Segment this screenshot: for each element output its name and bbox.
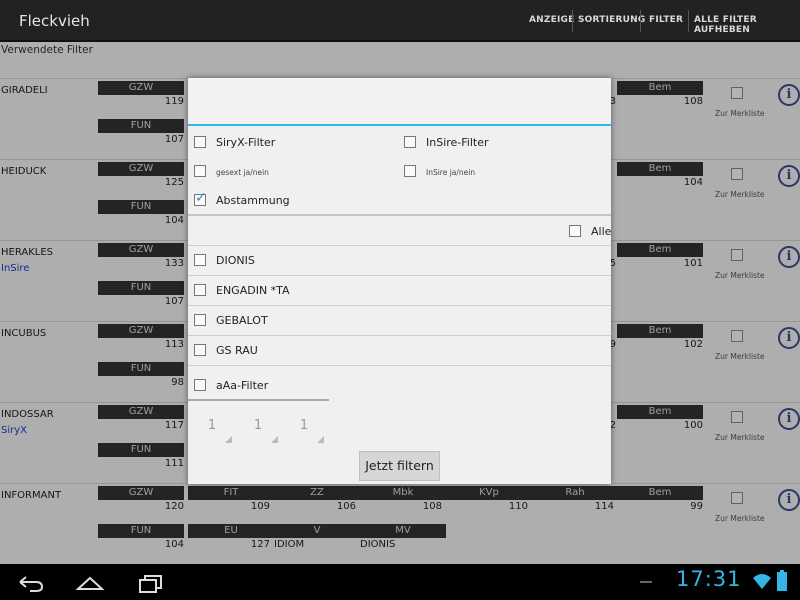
insire-yn-label: InSire ja/nein xyxy=(426,168,476,177)
sire-checkbox[interactable] xyxy=(194,284,206,296)
aaa-spinner[interactable]: 1 xyxy=(190,415,234,445)
clock: 17:31 xyxy=(676,567,742,591)
menu-anzeige[interactable]: ANZEIGE xyxy=(529,15,574,25)
spinner-arrow-icon xyxy=(225,436,232,443)
dialog-header xyxy=(188,78,611,126)
action-bar: Fleckvieh ANZEIGE SORTIERUNG FILTER ALLE… xyxy=(0,0,800,42)
divider xyxy=(188,365,611,366)
sire-label: ENGADIN *TA xyxy=(216,284,290,297)
divider xyxy=(188,245,611,246)
menu-filter[interactable]: FILTER xyxy=(649,15,683,25)
sire-label: GS RAU xyxy=(216,344,258,357)
divider xyxy=(188,399,329,401)
home-icon[interactable] xyxy=(75,570,105,594)
system-nav-bar: 17:31 xyxy=(0,564,800,600)
divider xyxy=(188,305,611,306)
screen: Fleckvieh ANZEIGE SORTIERUNG FILTER ALLE… xyxy=(0,0,800,600)
menu-divider xyxy=(572,10,573,32)
abstammung-label: Abstammung xyxy=(216,194,290,207)
spinner-value: 1 xyxy=(253,418,263,433)
recent-apps-icon[interactable] xyxy=(136,570,166,594)
abstammung-checkbox[interactable]: ✓ xyxy=(194,190,207,206)
insire-filter-label: InSire-Filter xyxy=(426,136,489,149)
alle-checkbox[interactable] xyxy=(569,225,581,237)
menu-alle-filter-aufheben[interactable]: ALLE FILTER AUFHEBEN xyxy=(694,15,800,35)
jetzt-filtern-button[interactable]: Jetzt filtern xyxy=(359,451,440,481)
spinner-arrow-icon xyxy=(317,436,324,443)
notification-dash-icon xyxy=(640,581,652,583)
spinner-arrow-icon xyxy=(271,436,278,443)
spinner-value: 1 xyxy=(207,418,217,433)
sire-checkbox[interactable] xyxy=(194,254,206,266)
divider xyxy=(188,214,611,216)
gesext-checkbox[interactable] xyxy=(194,165,206,177)
sire-checkbox[interactable] xyxy=(194,344,206,356)
sire-label: GEBALOT xyxy=(216,314,268,327)
battery-icon xyxy=(777,570,787,591)
aaa-filter-checkbox[interactable] xyxy=(194,379,206,391)
menu-divider xyxy=(640,10,641,32)
sire-checkbox[interactable] xyxy=(194,314,206,326)
sire-label: DIONIS xyxy=(216,254,255,267)
app-title: Fleckvieh xyxy=(19,12,90,30)
divider xyxy=(188,335,611,336)
back-icon[interactable] xyxy=(16,570,46,594)
aaa-filter-label: aAa-Filter xyxy=(216,379,269,392)
insire-filter-checkbox[interactable] xyxy=(404,136,416,148)
alle-label: Alle xyxy=(591,225,612,238)
spinner-value: 1 xyxy=(299,418,309,433)
wifi-icon xyxy=(753,574,771,589)
menu-sortierung[interactable]: SORTIERUNG xyxy=(578,15,645,25)
siryx-filter-checkbox[interactable] xyxy=(194,136,206,148)
aaa-spinner[interactable]: 1 xyxy=(236,415,280,445)
check-icon: ✓ xyxy=(195,190,207,206)
aaa-spinner[interactable]: 1 xyxy=(282,415,326,445)
insire-yn-checkbox[interactable] xyxy=(404,165,416,177)
divider xyxy=(188,275,611,276)
gesext-label: gesext ja/nein xyxy=(216,168,269,177)
siryx-filter-label: SiryX-Filter xyxy=(216,136,276,149)
menu-divider xyxy=(688,10,689,32)
filter-dialog: SiryX-Filter InSire-Filter gesext ja/nei… xyxy=(188,78,611,484)
